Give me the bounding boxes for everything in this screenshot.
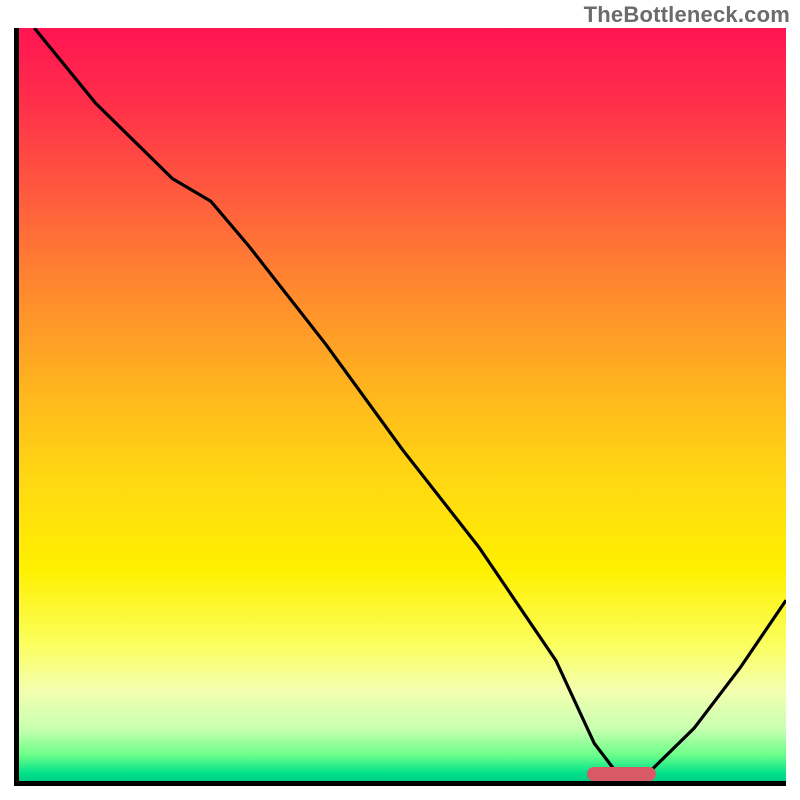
chart-container: TheBottleneck.com — [0, 0, 800, 800]
bottleneck-curve — [19, 28, 786, 781]
curve-path — [34, 28, 786, 774]
plot-area — [14, 28, 786, 786]
optimal-range-marker — [587, 767, 656, 781]
watermark-text: TheBottleneck.com — [584, 2, 790, 28]
